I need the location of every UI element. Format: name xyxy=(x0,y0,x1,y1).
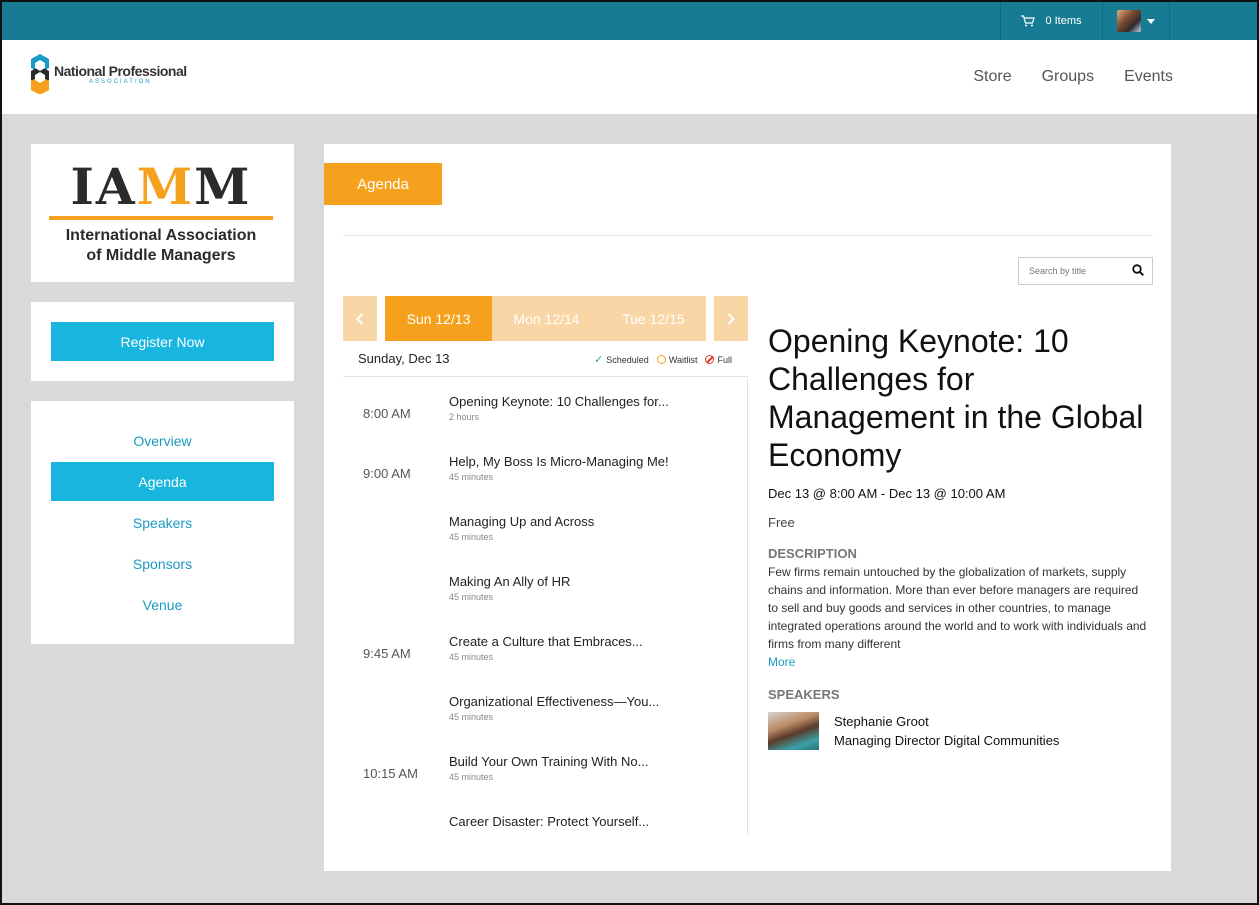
event-menu: Overview Agenda Speakers Sponsors Venue xyxy=(31,401,294,644)
speaker-photo xyxy=(768,712,819,750)
prev-day-button[interactable] xyxy=(343,296,377,341)
register-card: Register Now xyxy=(31,302,294,381)
menu-item-venue[interactable]: Venue xyxy=(51,585,274,624)
chevron-left-icon xyxy=(356,312,364,325)
session-price: Free xyxy=(768,515,795,530)
session-item[interactable]: Managing Up and Across 45 minutes xyxy=(343,498,747,558)
session-item[interactable]: 8:00 AM Opening Keynote: 10 Challenges f… xyxy=(343,378,747,438)
session-title: Opening Keynote: 10 Challenges for... xyxy=(449,394,669,409)
session-title: Career Disaster: Protect Yourself... xyxy=(449,814,650,829)
session-item[interactable]: Career Disaster: Protect Yourself... xyxy=(343,798,747,834)
clock-icon xyxy=(656,355,666,364)
session-title: Making An Ally of HR xyxy=(449,574,571,589)
session-duration: 45 minutes xyxy=(449,652,494,662)
nav-groups[interactable]: Groups xyxy=(1042,68,1094,86)
org-name-line1: International Association xyxy=(65,227,257,244)
session-item[interactable]: 9:00 AM Help, My Boss Is Micro-Managing … xyxy=(343,438,747,498)
agenda-panel: Agenda Sun 12/13 Mon 12/14 Tue 12/15 Sun… xyxy=(324,144,1171,871)
session-title: Create a Culture that Embraces... xyxy=(449,634,643,649)
session-detail: Opening Keynote: 10 Challenges for Manag… xyxy=(768,322,1148,750)
divider xyxy=(343,235,1153,236)
brand-subtitle: ASSOCIATION xyxy=(89,79,152,85)
speaker-card[interactable]: Stephanie Groot Managing Director Digita… xyxy=(768,712,1148,750)
day-title: Sunday, Dec 13 xyxy=(358,351,450,366)
session-duration: 45 minutes xyxy=(449,472,494,482)
site-header: National Professional ASSOCIATION Store … xyxy=(2,40,1257,114)
speaker-name: Stephanie Groot xyxy=(834,714,929,729)
org-logo: IAMM International Association of Middle… xyxy=(49,160,273,266)
user-menu[interactable] xyxy=(1103,2,1170,40)
menu-item-sponsors[interactable]: Sponsors xyxy=(51,544,274,583)
register-now-button[interactable]: Register Now xyxy=(51,322,274,361)
hexagon-logo-icon xyxy=(31,54,49,94)
session-duration: 45 minutes xyxy=(449,592,494,602)
session-title: Managing Up and Across xyxy=(449,514,595,529)
brand-title: National Professional xyxy=(54,63,187,79)
menu-item-agenda[interactable]: Agenda xyxy=(51,462,274,501)
session-datetime: Dec 13 @ 8:00 AM - Dec 13 @ 10:00 AM xyxy=(768,486,1006,501)
org-name-line2: of Middle Managers xyxy=(86,247,236,264)
session-time: 9:45 AM xyxy=(363,646,411,661)
session-item[interactable]: Making An Ally of HR 45 minutes xyxy=(343,558,747,618)
cart-count: 0 Items xyxy=(1045,15,1082,27)
nav-events[interactable]: Events xyxy=(1124,68,1173,86)
day-tab-mon[interactable]: Mon 12/14 xyxy=(492,296,601,341)
more-link[interactable]: More xyxy=(768,655,795,669)
session-list: 8:00 AM Opening Keynote: 10 Challenges f… xyxy=(343,378,748,834)
session-description: Few firms remain untouched by the global… xyxy=(768,565,1147,651)
description-heading: DESCRIPTION xyxy=(768,546,857,561)
session-duration: 45 minutes xyxy=(449,712,494,722)
day-header: Sunday, Dec 13 ✓ Scheduled Waitlist Full xyxy=(343,341,748,377)
day-tab-tue[interactable]: Tue 12/15 xyxy=(601,296,706,341)
search-box xyxy=(1018,257,1153,285)
tab-agenda[interactable]: Agenda xyxy=(324,163,442,205)
session-title: Organizational Effectiveness—You... xyxy=(449,694,660,709)
session-time: 8:00 AM xyxy=(363,406,411,421)
speakers-heading: SPEAKERS xyxy=(768,687,840,702)
session-time: 9:00 AM xyxy=(363,466,411,481)
speaker-role: Managing Director Digital Communities xyxy=(834,733,1060,748)
brand-logo[interactable]: National Professional ASSOCIATION xyxy=(30,54,187,94)
no-entry-icon xyxy=(705,355,715,364)
session-duration: 45 minutes xyxy=(449,772,494,782)
avatar xyxy=(1117,10,1141,32)
date-selector: Sun 12/13 Mon 12/14 Tue 12/15 xyxy=(343,296,748,341)
top-bar: 0 Items xyxy=(2,2,1257,40)
menu-item-speakers[interactable]: Speakers xyxy=(51,503,274,542)
session-duration: 45 minutes xyxy=(449,532,494,542)
session-title: Help, My Boss Is Micro-Managing Me! xyxy=(449,454,669,469)
chevron-down-icon xyxy=(1147,18,1155,24)
cart-button[interactable]: 0 Items xyxy=(1000,2,1103,40)
check-icon: ✓ xyxy=(594,354,604,366)
session-detail-title: Opening Keynote: 10 Challenges for Manag… xyxy=(768,323,1144,473)
day-tab-sun[interactable]: Sun 12/13 xyxy=(385,296,492,341)
session-item[interactable]: Organizational Effectiveness—You... 45 m… xyxy=(343,678,747,738)
search-icon[interactable] xyxy=(1132,264,1144,276)
session-duration: 2 hours xyxy=(449,412,480,422)
session-title: Build Your Own Training With No... xyxy=(449,754,649,769)
next-day-button[interactable] xyxy=(714,296,748,341)
session-time: 10:15 AM xyxy=(363,766,418,781)
cart-icon xyxy=(1021,15,1036,27)
menu-item-overview[interactable]: Overview xyxy=(51,421,274,460)
org-logo-rule xyxy=(49,216,273,220)
session-item[interactable]: 9:45 AM Create a Culture that Embraces..… xyxy=(343,618,747,678)
search-input[interactable] xyxy=(1029,258,1129,284)
chevron-right-icon xyxy=(727,312,735,325)
status-legend: ✓ Scheduled Waitlist Full xyxy=(594,354,732,366)
org-logo-card: IAMM International Association of Middle… xyxy=(31,144,294,282)
nav-store[interactable]: Store xyxy=(973,68,1011,86)
session-item[interactable]: 10:15 AM Build Your Own Training With No… xyxy=(343,738,747,798)
main-nav: Store Groups Events xyxy=(973,68,1173,86)
